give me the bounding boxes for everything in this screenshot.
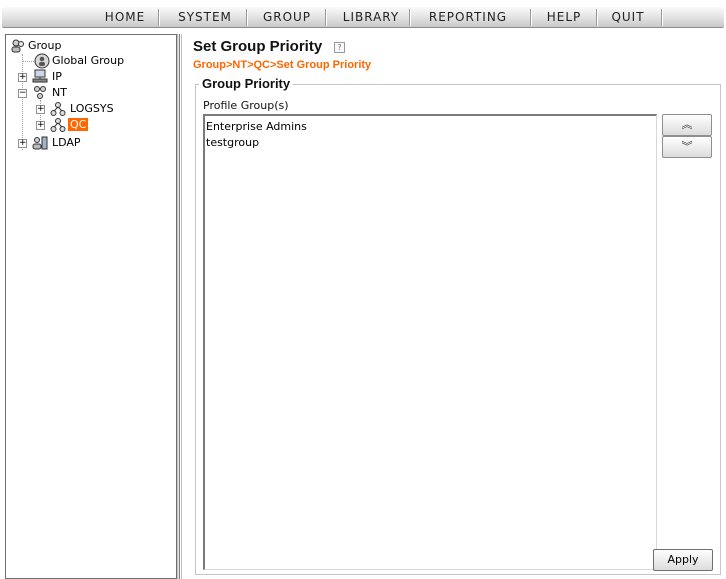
menu-separator [596,9,598,26]
menu-separator [409,9,411,26]
panel-splitter[interactable] [177,34,180,579]
ip-network-icon [32,69,48,85]
tree-node-group[interactable]: Group [28,38,62,54]
page-title: Set Group Priority [193,38,323,55]
menu-group[interactable]: GROUP [254,6,320,28]
menu-reporting[interactable]: REPORTING [414,6,522,28]
top-menu-bar: HOME SYSTEM GROUP LIBRARY REPORTING HELP… [0,0,726,30]
section-title: Group Priority [199,76,294,91]
menu-separator [661,9,663,26]
menu-quit[interactable]: QUIT [604,6,652,28]
global-group-icon [34,53,50,69]
menu-home[interactable]: HOME [96,6,154,28]
expand-icon[interactable]: + [36,121,45,130]
apply-button[interactable]: Apply [653,549,713,571]
expand-icon[interactable]: + [36,105,45,114]
tree-node-qc-label: QC [68,118,89,131]
menu-library[interactable]: LIBRARY [334,6,408,28]
tree-node-logsys[interactable]: LOGSYS [70,101,114,117]
list-item[interactable]: testgroup [206,135,655,151]
nt-domain-icon [32,85,48,101]
tree-node-qc[interactable]: QC [68,117,89,133]
menu-separator [246,9,248,26]
menu-system[interactable]: SYSTEM [168,6,242,28]
expand-icon[interactable]: + [18,73,27,82]
tree-node-nt[interactable]: NT [52,85,67,101]
expand-icon[interactable]: + [18,139,27,148]
move-up-button[interactable]: ︽ [662,114,712,136]
tree-connector [22,61,34,62]
help-icon[interactable]: ? [334,42,345,53]
list-item[interactable]: Enterprise Admins [206,119,655,135]
menu-separator [325,9,327,26]
menu-separator [530,9,532,26]
group-root-icon [10,38,26,54]
ldap-directory-icon [32,135,48,151]
tree-node-ldap[interactable]: LDAP [52,135,81,151]
qc-group-icon [50,117,66,133]
tree-connector [22,54,23,150]
collapse-icon[interactable]: − [18,89,27,98]
menu-separator [158,9,160,26]
breadcrumb: Group>NT>QC>Set Group Priority [193,59,372,71]
tree-node-ip[interactable]: IP [52,69,62,85]
move-down-button[interactable]: ︾ [662,136,712,158]
tree-node-global-group[interactable]: Global Group [52,53,124,69]
profile-groups-listbox[interactable]: Enterprise Admins testgroup [203,114,657,570]
logsys-group-icon [50,101,66,117]
profile-groups-label: Profile Group(s) [203,99,289,112]
menu-help[interactable]: HELP [536,6,592,28]
